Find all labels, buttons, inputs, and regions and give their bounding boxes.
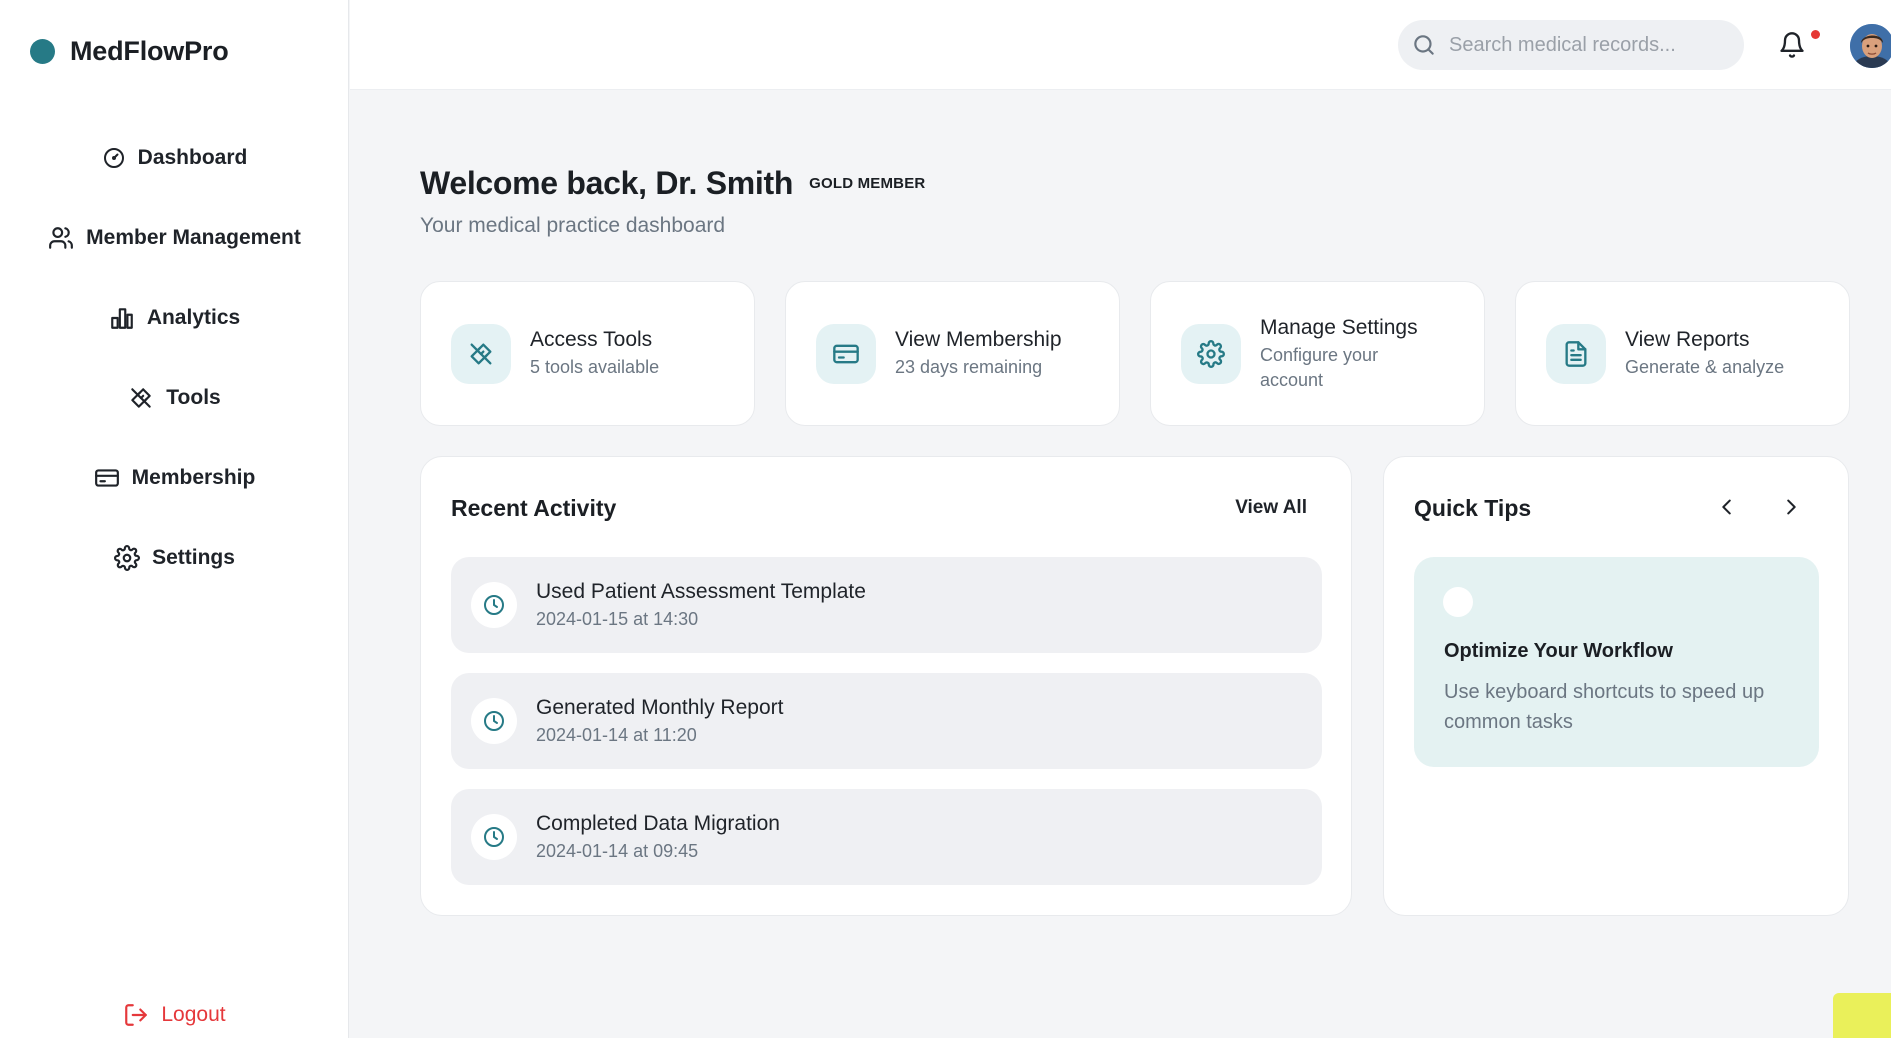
card-subtitle: 23 days remaining (895, 357, 1043, 377)
activity-time: 2024-01-15 at 14:30 (536, 609, 699, 629)
sidebar-item-label: Member Management (86, 226, 301, 249)
tools-icon (451, 323, 511, 384)
clock-icon (471, 582, 517, 628)
card-subtitle: 5 tools available (530, 357, 660, 377)
bell-icon[interactable] (1778, 30, 1806, 60)
sidebar-item-label: Dashboard (137, 146, 248, 169)
activity-item[interactable]: Generated Monthly Report 2024-01-14 at 1… (451, 673, 1322, 769)
page-subtitle: Your medical practice dashboard (420, 214, 726, 237)
avatar[interactable] (1850, 24, 1891, 68)
gear-icon (1181, 323, 1241, 384)
card-subtitle: Configure your account (1260, 344, 1379, 390)
brand[interactable]: MedFlowPro (30, 36, 229, 67)
logout-button[interactable]: Logout (0, 995, 349, 1035)
gear-icon (114, 545, 141, 571)
view-all-button[interactable]: View All (1235, 497, 1307, 519)
tools-icon (128, 385, 154, 411)
logout-label: Logout (161, 1003, 226, 1026)
top-header (350, 0, 1891, 90)
search-icon (1411, 32, 1437, 58)
sidebar-item-member-management[interactable]: Member Management (0, 198, 349, 278)
card-title: View Membership (895, 328, 1062, 351)
notification-dot (1811, 30, 1820, 39)
page-title: Welcome back, Dr. Smith (420, 165, 794, 201)
sidebar-item-dashboard[interactable]: Dashboard (0, 118, 349, 198)
chevron-left-icon[interactable] (1712, 492, 1742, 522)
document-icon (1546, 323, 1606, 384)
brand-logo (30, 39, 55, 64)
activity-item[interactable]: Used Patient Assessment Template 2024-01… (451, 557, 1322, 653)
panel-title: Recent Activity (451, 495, 617, 521)
tip-card: Optimize Your Workflow Use keyboard shor… (1414, 557, 1819, 767)
sidebar-nav: Dashboard Member Management Analytics To… (0, 118, 349, 598)
sidebar-item-label: Membership (131, 466, 256, 489)
sidebar-item-membership[interactable]: Membership (0, 438, 349, 518)
activity-title: Used Patient Assessment Template (536, 580, 866, 603)
tip-title: Optimize Your Workflow (1444, 640, 1673, 662)
welcome-heading: Welcome back, Dr. Smith GOLD MEMBER (420, 165, 925, 202)
sidebar-item-label: Settings (152, 546, 235, 569)
clock-icon (471, 698, 517, 744)
card-title: View Reports (1625, 328, 1750, 351)
quick-tips-panel: Quick Tips Optimize Your Workflow Use ke… (1383, 456, 1849, 916)
sidebar-item-tools[interactable]: Tools (0, 358, 349, 438)
sidebar-item-analytics[interactable]: Analytics (0, 278, 349, 358)
card-title: Access Tools (530, 328, 653, 351)
bar-chart-icon (109, 305, 135, 331)
sidebar-item-label: Tools (166, 386, 221, 409)
card-view-membership[interactable]: View Membership 23 days remaining (785, 281, 1120, 426)
gauge-icon (102, 146, 126, 170)
clock-icon (471, 814, 517, 860)
sidebar-item-settings[interactable]: Settings (0, 518, 349, 598)
activity-title: Completed Data Migration (536, 812, 780, 835)
search-input[interactable] (1449, 33, 1719, 57)
card-title: Manage Settings (1260, 315, 1418, 339)
activity-title: Generated Monthly Report (536, 696, 784, 719)
credit-card-icon (94, 465, 120, 491)
sidebar: MedFlowPro Dashboard Member Management A… (0, 0, 349, 1038)
tip-body: Use keyboard shortcuts to speed up commo… (1444, 681, 1765, 733)
activity-time: 2024-01-14 at 11:20 (536, 725, 697, 745)
card-subtitle: Generate & analyze (1625, 357, 1785, 377)
panel-title: Quick Tips (1414, 495, 1532, 521)
tip-indicator (1443, 587, 1473, 617)
brand-name: MedFlowPro (70, 36, 229, 66)
card-access-tools[interactable]: Access Tools 5 tools available (420, 281, 755, 426)
credit-card-icon (816, 323, 876, 384)
card-view-reports[interactable]: View Reports Generate & analyze (1515, 281, 1850, 426)
membership-badge: GOLD MEMBER (809, 175, 926, 192)
activity-time: 2024-01-14 at 09:45 (536, 841, 699, 861)
floating-widget[interactable] (1833, 993, 1891, 1038)
logout-icon (123, 1002, 149, 1028)
card-manage-settings[interactable]: Manage Settings Configure your account (1150, 281, 1485, 426)
search-bar[interactable] (1398, 20, 1744, 70)
chevron-right-icon[interactable] (1776, 492, 1806, 522)
sidebar-item-label: Analytics (146, 306, 241, 329)
recent-activity-panel: Recent Activity View All Used Patient As… (420, 456, 1352, 916)
activity-item[interactable]: Completed Data Migration 2024-01-14 at 0… (451, 789, 1322, 885)
users-icon (48, 225, 74, 251)
